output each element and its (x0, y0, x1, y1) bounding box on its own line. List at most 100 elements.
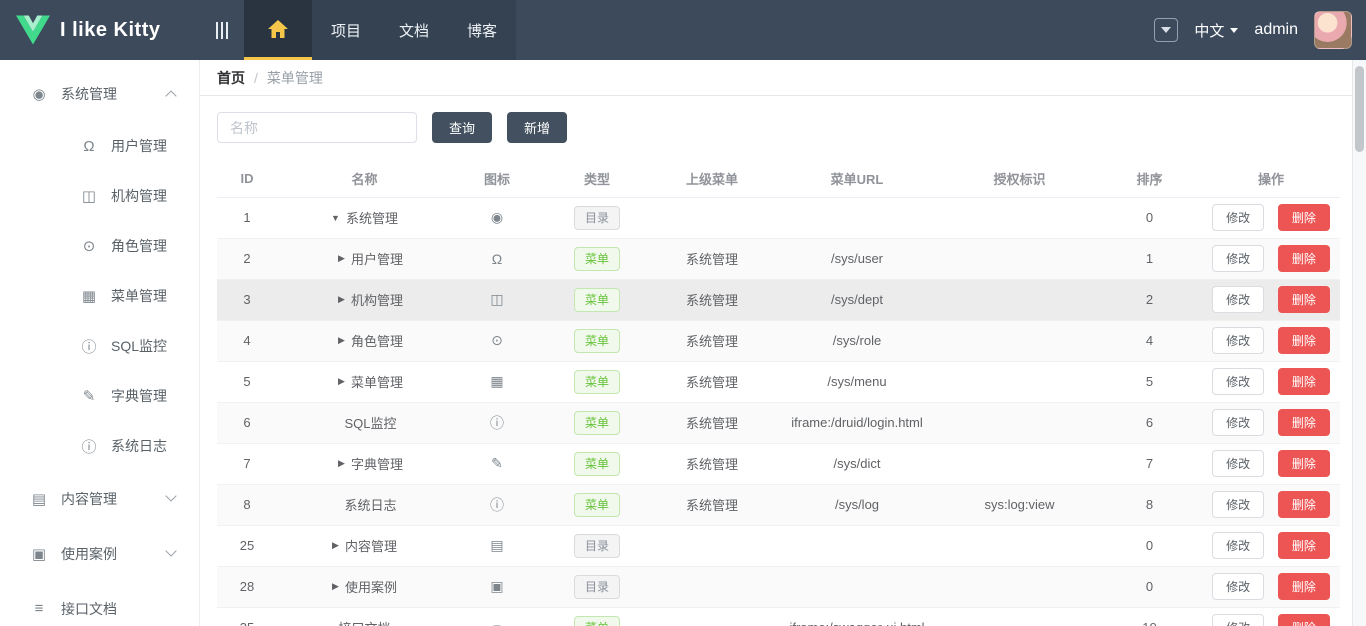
table-row[interactable]: 2 ▶ 用户管理 Ω 菜单 系统管理 /sys/user 1 修改 删除 (217, 238, 1340, 279)
cell-order: 0 (1097, 525, 1202, 566)
type-badge: 菜单 (574, 493, 620, 517)
edit-button[interactable]: 修改 (1212, 409, 1264, 436)
cell-order: 4 (1097, 320, 1202, 361)
nav-projects[interactable]: 项目 (312, 0, 380, 60)
table-row[interactable]: 28 ▶ 使用案例 ▣ 目录 0 修改 删除 (217, 566, 1340, 607)
menu-name-label: 用户管理 (351, 249, 403, 268)
sidebar: ◉ 系统管理 Ω 用户管理 ◫ 机构管理 ⊙ 角色管理 ▦ 菜单管理 ⓘ SQL… (0, 60, 200, 626)
tree-expand-icon[interactable]: ▶ (338, 294, 345, 305)
breadcrumb-home[interactable]: 首页 (217, 68, 245, 88)
cell-order: 1 (1097, 238, 1202, 279)
edit-button[interactable]: 修改 (1212, 286, 1264, 313)
chevron-down-icon (1161, 27, 1171, 33)
tree-expand-icon[interactable]: ▶ (338, 253, 345, 264)
column-header-parent: 上级菜单 (652, 161, 772, 197)
cell-url (772, 525, 942, 566)
table-row[interactable]: 8 系统日志 ⓘ 菜单 系统管理 /sys/log sys:log:view 8… (217, 484, 1340, 525)
delete-button[interactable]: 删除 (1278, 532, 1330, 559)
tree-expand-icon[interactable]: ▶ (338, 376, 345, 387)
sidebar-item[interactable]: ▦ 菜单管理 (0, 271, 199, 321)
delete-button[interactable]: 删除 (1278, 327, 1330, 354)
cell-parent: 系统管理 (652, 443, 772, 484)
chevron-icon (165, 490, 176, 501)
cell-name: SQL监控 (277, 413, 452, 432)
edit-button[interactable]: 修改 (1212, 450, 1264, 477)
edit-button[interactable]: 修改 (1212, 573, 1264, 600)
tree-expand-icon[interactable]: ▼ (331, 213, 340, 223)
nav-docs[interactable]: 文档 (380, 0, 448, 60)
breadcrumb-separator: / (254, 70, 258, 86)
cell-id: 7 (217, 443, 277, 484)
menu-name-label: 角色管理 (351, 331, 403, 350)
tree-expand-icon[interactable]: ▶ (332, 540, 339, 551)
cell-perms (942, 402, 1097, 443)
edit-button[interactable]: 修改 (1212, 532, 1264, 559)
query-button[interactable]: 查询 (432, 112, 492, 143)
menu-table: ID 名称 图标 类型 上级菜单 菜单URL 授权标识 排序 操作 1 ▼ 系统… (217, 161, 1340, 626)
delete-button[interactable]: 删除 (1278, 491, 1330, 518)
delete-button[interactable]: 删除 (1278, 409, 1330, 436)
sidebar-item[interactable]: ⓘ 系统日志 (0, 421, 199, 471)
cell-name: ▶ 菜单管理 (277, 372, 452, 391)
tree-expand-icon[interactable]: ▶ (338, 335, 345, 346)
cell-id: 6 (217, 402, 277, 443)
nav-blog[interactable]: 博客 (448, 0, 516, 60)
sidebar-item[interactable]: Ω 用户管理 (0, 121, 199, 171)
sidebar-item[interactable]: ⓘ SQL监控 (0, 321, 199, 371)
language-selector[interactable]: 中文 (1194, 20, 1238, 41)
scrollbar-thumb[interactable] (1355, 66, 1364, 152)
eye-icon: ⊙ (80, 237, 98, 255)
sidebar-item-label: 内容管理 (61, 489, 117, 509)
tree-expand-icon[interactable]: ▶ (332, 581, 339, 592)
username-label[interactable]: admin (1254, 21, 1298, 39)
page-scrollbar[interactable] (1352, 60, 1366, 626)
add-button[interactable]: 新增 (507, 112, 567, 143)
table-row[interactable]: 4 ▶ 角色管理 ⊙ 菜单 系统管理 /sys/role 4 修改 删除 (217, 320, 1340, 361)
edit-icon: ✎ (80, 387, 98, 405)
edit-button[interactable]: 修改 (1212, 491, 1264, 518)
sidebar-toggle-button[interactable] (200, 0, 244, 60)
table-row[interactable]: 3 ▶ 机构管理 ◫ 菜单 系统管理 /sys/dept 2 修改 删除 (217, 279, 1340, 320)
delete-button[interactable]: 删除 (1278, 368, 1330, 395)
app-logo[interactable]: I like Kitty (0, 0, 200, 60)
cell-name: ▼ 系统管理 (277, 208, 452, 227)
edit-button[interactable]: 修改 (1212, 204, 1264, 231)
sidebar-item-label: 角色管理 (111, 236, 167, 256)
delete-button[interactable]: 删除 (1278, 286, 1330, 313)
delete-button[interactable]: 删除 (1278, 245, 1330, 272)
sidebar-item[interactable]: ◫ 机构管理 (0, 171, 199, 221)
cell-order: 10 (1097, 607, 1202, 626)
table-row[interactable]: 35 接口文档 ≡ 菜单 iframe:/swagger-ui.html 10 … (217, 607, 1340, 626)
cell-name: ▶ 使用案例 (277, 577, 452, 596)
sidebar-item[interactable]: ✎ 字典管理 (0, 371, 199, 421)
edit-button[interactable]: 修改 (1212, 614, 1264, 626)
sidebar-item[interactable]: ◉ 系统管理 (0, 66, 199, 121)
nav-home[interactable] (244, 0, 312, 60)
grid-icon: ▦ (80, 287, 98, 305)
search-input[interactable] (217, 112, 417, 143)
edit-button[interactable]: 修改 (1212, 327, 1264, 354)
sidebar-item[interactable]: ≡ 接口文档 (0, 581, 199, 626)
avatar[interactable] (1314, 11, 1352, 49)
delete-button[interactable]: 删除 (1278, 614, 1330, 626)
table-row[interactable]: 25 ▶ 内容管理 ▤ 目录 0 修改 删除 (217, 525, 1340, 566)
eye-icon: ⊙ (452, 320, 542, 361)
table-row[interactable]: 1 ▼ 系统管理 ◉ 目录 0 修改 删除 (217, 197, 1340, 238)
cell-id: 28 (217, 566, 277, 607)
tree-expand-icon[interactable]: ▶ (338, 458, 345, 469)
menu-name-label: 系统日志 (344, 495, 396, 514)
sidebar-item[interactable]: ⊙ 角色管理 (0, 221, 199, 271)
table-row[interactable]: 7 ▶ 字典管理 ✎ 菜单 系统管理 /sys/dict 7 修改 删除 (217, 443, 1340, 484)
sidebar-item[interactable]: ▣ 使用案例 (0, 526, 199, 581)
delete-button[interactable]: 删除 (1278, 450, 1330, 477)
edit-button[interactable]: 修改 (1212, 368, 1264, 395)
delete-button[interactable]: 删除 (1278, 573, 1330, 600)
fullscreen-dropdown-button[interactable] (1154, 18, 1178, 42)
sidebar-item[interactable]: ▤ 内容管理 (0, 471, 199, 526)
edit-button[interactable]: 修改 (1212, 245, 1264, 272)
table-row[interactable]: 5 ▶ 菜单管理 ▦ 菜单 系统管理 /sys/menu 5 修改 删除 (217, 361, 1340, 402)
table-row[interactable]: 6 SQL监控 ⓘ 菜单 系统管理 iframe:/druid/login.ht… (217, 402, 1340, 443)
column-header-id: ID (217, 161, 277, 197)
delete-button[interactable]: 删除 (1278, 204, 1330, 231)
sidebar-item-label: 使用案例 (61, 544, 117, 564)
